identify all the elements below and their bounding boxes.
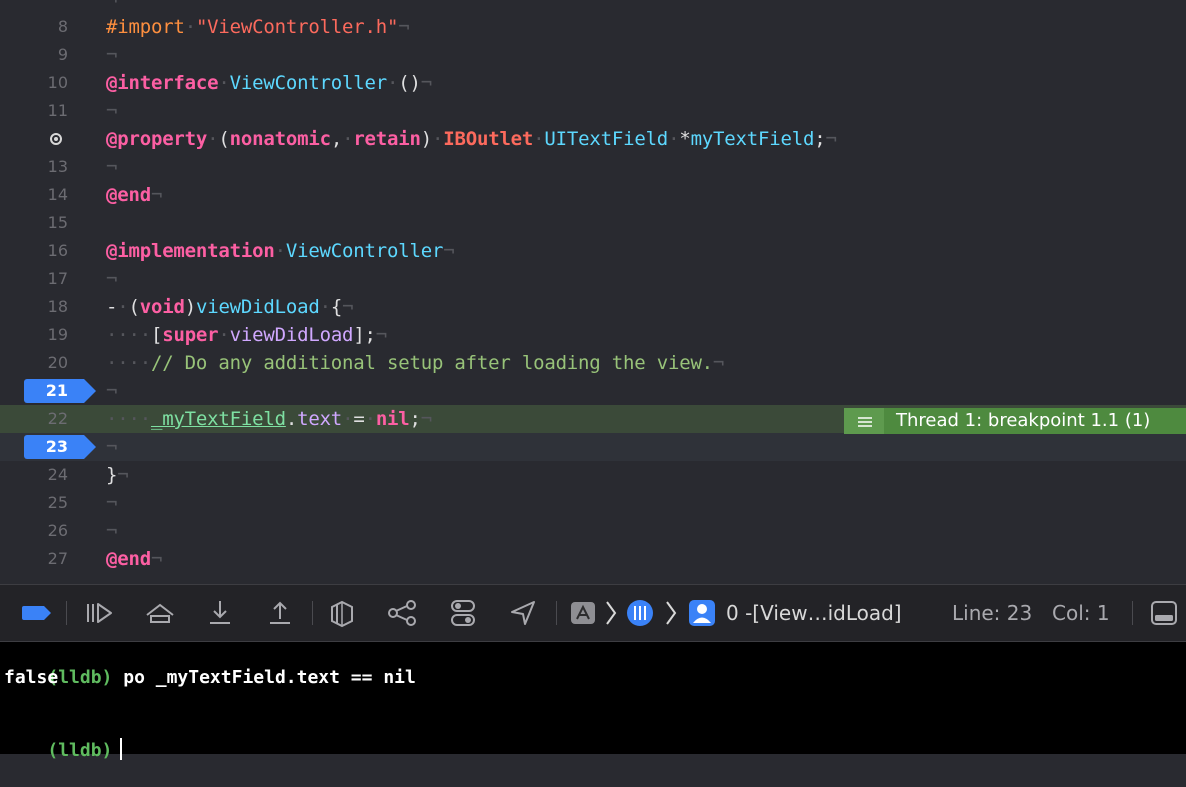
line-number: 22: [47, 409, 68, 428]
code-text: @interface·ViewController·()¬: [106, 72, 432, 94]
breakpoint-annotation-text: Thread 1: breakpoint 1.1 (1): [896, 410, 1151, 431]
thread-icon[interactable]: [626, 598, 654, 628]
invisible-mark: ¬: [106, 100, 118, 122]
code-line-23[interactable]: 23 ¬: [0, 433, 1186, 461]
stack-frame-label[interactable]: 0 -[View…idLoad]: [726, 599, 902, 627]
code-line-14[interactable]: 14 @end¬: [0, 181, 1186, 209]
line-number: 14: [47, 185, 68, 204]
code-line-9[interactable]: 9 ¬: [0, 41, 1186, 69]
hide-debug-area-icon[interactable]: [1148, 598, 1180, 628]
code-line-24[interactable]: 24 }¬: [0, 461, 1186, 489]
line-number: 19: [47, 325, 68, 344]
invisible-mark: ¬: [106, 380, 118, 402]
string-literal: "ViewController.h": [195, 16, 399, 38]
console-prompt: (lldb): [47, 740, 113, 761]
code-line-26[interactable]: 26 ¬: [0, 517, 1186, 545]
chevron-right-icon: [666, 601, 677, 625]
step-over-icon[interactable]: [142, 598, 178, 628]
invisible-mark: ¬: [106, 44, 118, 66]
line-number: 23: [45, 437, 68, 456]
hamburger-icon[interactable]: [844, 408, 884, 434]
code-line-13[interactable]: 13 ¬: [0, 153, 1186, 181]
console-input-line[interactable]: (lldb): [4, 714, 123, 787]
line-indicator: Line: 23: [952, 601, 1033, 625]
column-indicator: Col: 1: [1052, 601, 1110, 625]
line-number: 26: [47, 521, 68, 540]
code-line-21[interactable]: 21 ¬: [0, 377, 1186, 405]
code-text: ····_myTextField.text·=·nil;¬: [106, 408, 433, 430]
line-number: 27: [47, 549, 68, 568]
step-out-icon[interactable]: [264, 598, 296, 628]
code-text: @end¬: [106, 184, 163, 206]
code-line-16[interactable]: 16 @implementation·ViewController¬: [0, 237, 1186, 265]
code-line-12[interactable]: @property·(nonatomic,·retain)·IBOutlet·U…: [0, 125, 1186, 153]
debug-bar: 0 -[View…idLoad] Line: 23 Col: 1: [0, 584, 1186, 642]
line-number: 16: [47, 241, 68, 260]
simulate-location-icon[interactable]: [508, 598, 538, 628]
outlet-connection-icon[interactable]: [50, 133, 62, 145]
code-text: }¬: [106, 464, 129, 486]
invisible-mark: ¬: [106, 156, 118, 178]
environment-overrides-icon[interactable]: [448, 598, 478, 628]
code-line-10[interactable]: 10 @interface·ViewController·()¬: [0, 69, 1186, 97]
breakpoint-annotation[interactable]: Thread 1: breakpoint 1.1 (1): [844, 408, 1186, 434]
code-line-25[interactable]: 25 ¬: [0, 489, 1186, 517]
code-line-18[interactable]: 18 -·(void)viewDidLoad·{¬: [0, 293, 1186, 321]
app-icon[interactable]: [570, 598, 596, 628]
preprocessor-directive: #import: [106, 16, 185, 38]
code-text: ····// Do any additional setup after loa…: [106, 352, 725, 374]
invisible-mark: ¬: [106, 436, 118, 458]
line-number: 21: [45, 381, 68, 400]
line-number: 15: [47, 213, 68, 232]
console-output: false: [4, 667, 59, 688]
code-line-15[interactable]: 15: [0, 209, 1186, 237]
breakpoints-toggle-icon[interactable]: [20, 598, 54, 628]
line-number: 9: [57, 45, 68, 64]
line-number: 25: [47, 493, 68, 512]
invisible-mark: ¬: [106, 520, 118, 542]
code-text: #import·"ViewController.h"¬: [106, 16, 410, 38]
code-text: @end¬: [106, 548, 163, 570]
code-text: -·(void)viewDidLoad·{¬: [106, 296, 354, 318]
memory-graph-icon[interactable]: [386, 598, 418, 628]
view-hierarchy-icon[interactable]: [326, 598, 358, 628]
code-line-19[interactable]: 19 ····[super·viewDidLoad];¬: [0, 321, 1186, 349]
console-command-line: (lldb) po _myTextField.text == nil: [4, 642, 416, 714]
code-line-20[interactable]: 20 ····// Do any additional setup after …: [0, 349, 1186, 377]
invisible-mark: ¬: [106, 492, 118, 514]
line-number: 17: [47, 269, 68, 288]
console-command: po _myTextField.text == nil: [123, 667, 416, 688]
code-line-7: ¬: [0, 0, 1186, 14]
line-number: 8: [57, 17, 68, 36]
text-cursor: [120, 738, 123, 760]
line-number: 24: [47, 465, 68, 484]
chevron-right-icon: [606, 601, 617, 625]
line-number: 13: [47, 157, 68, 176]
continue-icon[interactable]: [82, 598, 116, 628]
line-number: 10: [47, 73, 68, 92]
code-line-17[interactable]: 17 ¬: [0, 265, 1186, 293]
debug-console[interactable]: (lldb) po _myTextField.text == nil false…: [0, 642, 1186, 761]
code-text: @implementation·ViewController¬: [106, 240, 455, 262]
code-text: ····[super·viewDidLoad];¬: [106, 324, 388, 346]
line-number: 20: [47, 353, 68, 372]
line-number: 18: [47, 297, 68, 316]
step-into-icon[interactable]: [204, 598, 236, 628]
line-number: 11: [47, 101, 68, 120]
code-line-27[interactable]: 27 @end¬: [0, 545, 1186, 573]
code-comment: // Do any additional setup after loading…: [150, 352, 713, 374]
code-line-11[interactable]: 11 ¬: [0, 97, 1186, 125]
invisible-mark: ¬: [106, 0, 118, 11]
code-text: @property·(nonatomic,·retain)·IBOutlet·U…: [106, 128, 837, 150]
source-editor[interactable]: ¬ 8 #import·"ViewController.h"¬ 9 ¬ 10 @…: [0, 0, 1186, 584]
stack-frame-icon[interactable]: [688, 598, 716, 628]
invisible-mark: ¬: [106, 268, 118, 290]
code-line-8[interactable]: 8 #import·"ViewController.h"¬: [0, 13, 1186, 41]
